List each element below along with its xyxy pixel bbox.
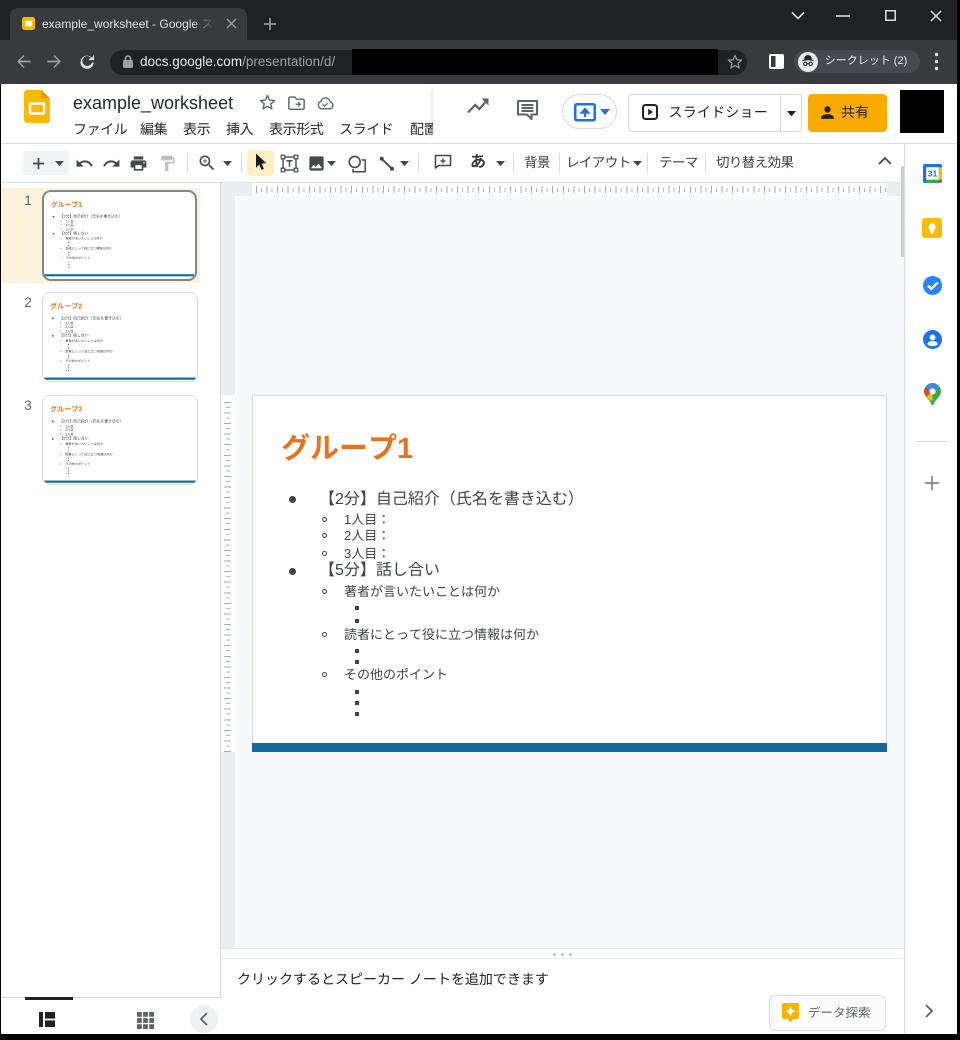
svg-text:31: 31 <box>928 169 938 179</box>
